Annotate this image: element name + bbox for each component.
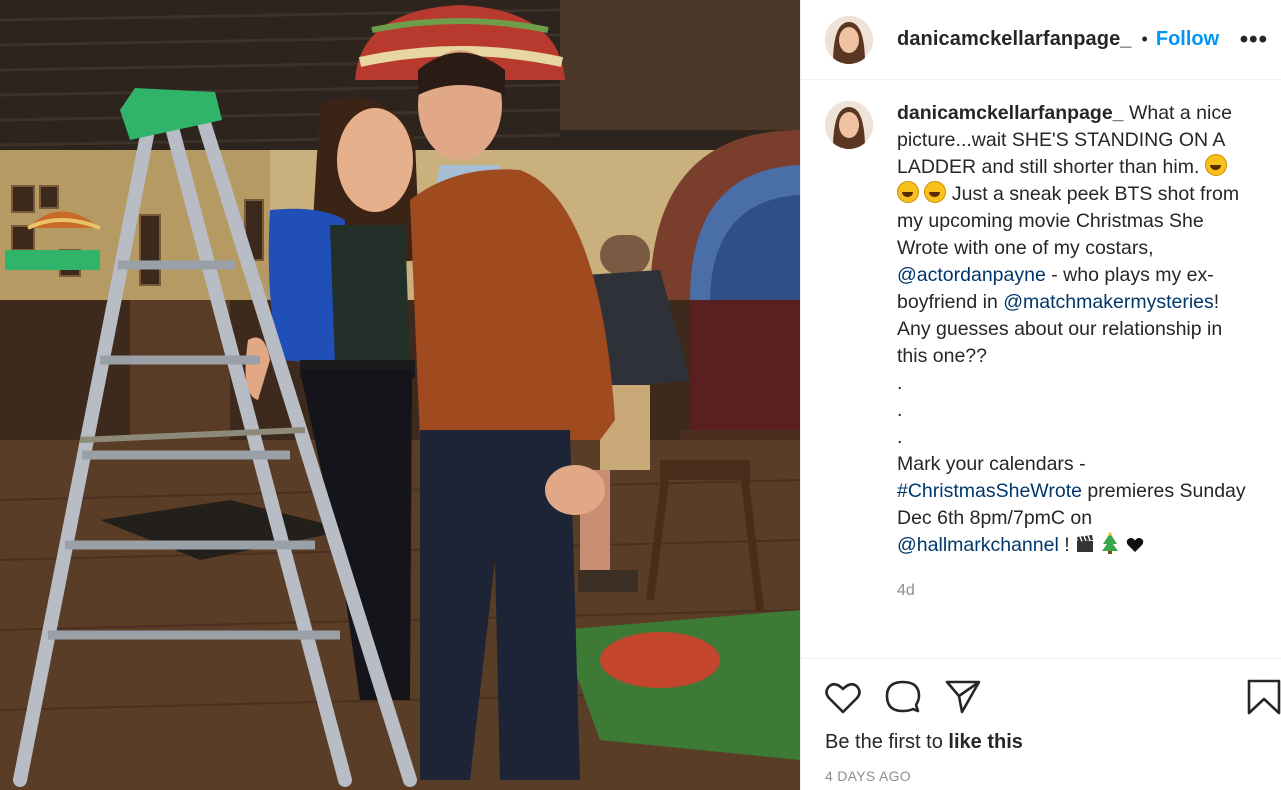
rofl-emoji-icon (924, 181, 947, 203)
mention-hallmarkchannel[interactable]: @hallmarkchannel (897, 534, 1059, 556)
caption-dot-3: . (897, 426, 903, 448)
heart-icon[interactable] (825, 681, 861, 715)
caption-dot-2: . (897, 399, 903, 421)
likes-summary: Be the first to like this (825, 731, 1023, 754)
post-header: danicamckellarfanpage_ • Follow ••• (801, 0, 1281, 80)
avatar-image (825, 101, 873, 149)
avatar-image (825, 15, 873, 64)
christmas-tree-icon (1102, 532, 1119, 554)
username[interactable]: danicamckellarfanpage_ (897, 28, 1132, 51)
post-side-panel: danicamckellarfanpage_ • Follow ••• dani… (800, 0, 1281, 790)
caption-text-5: Mark your calendars - (897, 453, 1086, 475)
photo-illustration (0, 0, 800, 790)
caption-dot-1: . (897, 372, 903, 394)
caption-text-7: ! (1064, 534, 1070, 556)
follow-button[interactable]: Follow (1156, 28, 1219, 51)
comment-icon[interactable] (885, 679, 921, 715)
rofl-emoji-icon (1204, 154, 1227, 176)
rofl-emoji-icon (897, 181, 919, 203)
caption-username[interactable]: danicamckellarfanpage_ (897, 102, 1124, 124)
caption-time[interactable]: 4d (897, 577, 1257, 604)
instagram-post: danicamckellarfanpage_ • Follow ••• dani… (0, 0, 1281, 790)
caption: danicamckellarfanpage_ What a nice pictu… (825, 100, 1275, 604)
post-timestamp[interactable]: 4 DAYS AGO (825, 768, 911, 784)
more-options-icon[interactable]: ••• (1240, 26, 1268, 54)
hashtag-christmasshewrote[interactable]: #ChristmasSheWrote (897, 480, 1082, 502)
caption-text: danicamckellarfanpage_ What a nice pictu… (897, 100, 1257, 604)
black-heart-icon (1126, 538, 1144, 552)
caption-text-2: Just a sneak peek BTS shot from my upcom… (897, 183, 1240, 259)
bookmark-icon[interactable] (1247, 679, 1281, 715)
post-actions: Be the first to like this 4 DAYS AGO (801, 658, 1281, 790)
mention-actordanpayne[interactable]: @actordanpayne (897, 264, 1046, 286)
likes-prefix: Be the first to (825, 731, 943, 753)
like-this-link[interactable]: like this (948, 731, 1022, 753)
mention-matchmakermysteries[interactable]: @matchmakermysteries (1003, 291, 1214, 313)
post-photo[interactable] (0, 0, 800, 790)
clapper-board-icon (1077, 535, 1094, 552)
caption-avatar[interactable] (825, 101, 873, 149)
separator-dot: • (1141, 29, 1148, 49)
avatar[interactable] (825, 15, 873, 64)
share-icon[interactable] (945, 679, 981, 715)
